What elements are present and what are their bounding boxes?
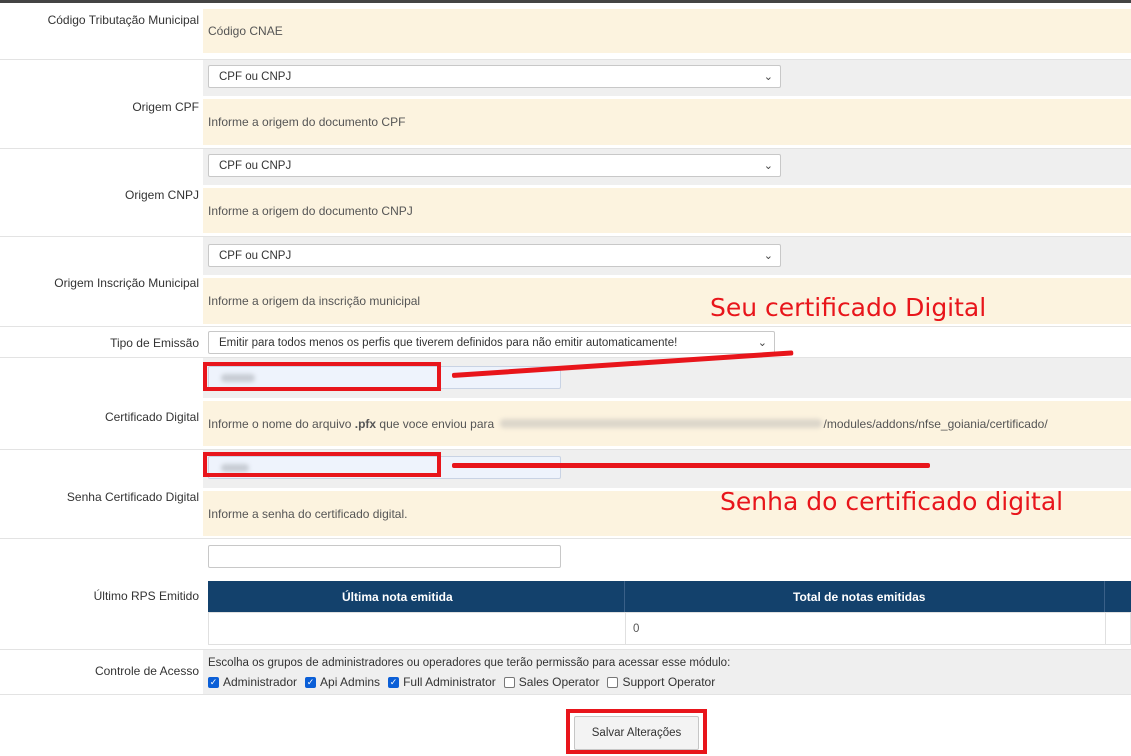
checkbox-unchecked-icon[interactable] [607, 676, 619, 688]
col-divider [1104, 581, 1105, 612]
origem-cpf-selected: CPF ou CNPJ [219, 70, 292, 83]
save-button[interactable]: Salvar Alterações [574, 716, 699, 750]
controle-instruction: Escolha os grupos de administradores ou … [208, 657, 731, 669]
codigo-tributacao-label: Código Tributação Municipal [47, 13, 199, 27]
tipo-emissao-label: Tipo de Emissão [110, 336, 199, 350]
origem-cnpj-select[interactable]: CPF ou CNPJ ⌄ [208, 154, 781, 177]
row-tipo-emissao: Tipo de Emissão Emitir para todos menos … [0, 327, 1131, 358]
access-group-label: Api Admins [320, 675, 381, 689]
annotation-senha: Senha do certificado digital [720, 487, 1064, 516]
col-ultima-nota: Última nota emitida [342, 590, 453, 604]
rps-table-row: 0 [208, 612, 1131, 645]
access-group-item[interactable]: Sales Operator [503, 675, 600, 689]
certificado-help-ext: .pfx [354, 416, 377, 431]
chevron-down-icon: ⌄ [757, 337, 767, 349]
highlight-senha-input [203, 452, 441, 477]
certificado-label: Certificado Digital [104, 410, 199, 424]
row-origem-cpf: Origem CPF CPF ou CNPJ ⌄ Informe a orige… [0, 60, 1131, 149]
access-group-item[interactable]: ✓ Full Administrator [388, 675, 496, 689]
rps-table-header: Última nota emitida Total de notas emiti… [208, 581, 1131, 612]
col-divider [625, 613, 626, 644]
origem-inscricao-select[interactable]: CPF ou CNPJ ⌄ [208, 244, 781, 267]
certificado-help-prefix: Informe o nome do arquivo [208, 416, 355, 431]
chevron-down-icon: ⌄ [763, 250, 773, 262]
chevron-down-icon: ⌄ [763, 160, 773, 172]
checkbox-unchecked-icon[interactable] [503, 676, 515, 688]
col-divider [1105, 613, 1106, 644]
ultimo-rps-label: Último RPS Emitido [93, 589, 199, 603]
origem-cnpj-selected: CPF ou CNPJ [219, 159, 292, 172]
origem-cnpj-label: Origem CNPJ [124, 188, 199, 202]
access-group-label: Support Operator [622, 675, 716, 689]
redacted-path [499, 419, 822, 428]
arrow-senha [452, 463, 930, 468]
row-certificado: Certificado Digital Informe o nome do ar… [0, 358, 1131, 450]
origem-inscricao-selected: CPF ou CNPJ [219, 249, 292, 262]
access-group-label: Sales Operator [518, 675, 600, 689]
origem-cpf-help: Informe a origem do documento CPF [203, 99, 1131, 145]
access-group-label: Full Administrator [403, 675, 496, 689]
tipo-emissao-selected: Emitir para todos menos os perfis que ti… [219, 336, 678, 349]
ultimo-rps-input[interactable] [208, 545, 561, 568]
col-total-notas: Total de notas emitidas [793, 590, 926, 604]
module-settings-form: Código Tributação Municipal Código CNAE … [0, 0, 1131, 695]
checkbox-checked-icon[interactable]: ✓ [305, 676, 317, 688]
origem-cpf-select[interactable]: CPF ou CNPJ ⌄ [208, 65, 781, 88]
row-codigo-tributacao: Código Tributação Municipal Código CNAE [0, 3, 1131, 60]
certificado-help-suffix: /modules/addons/nfse_goiania/certificado… [823, 416, 1048, 431]
access-group-item[interactable]: ✓ Administrador [208, 675, 297, 689]
access-group-item[interactable]: Support Operator [607, 675, 715, 689]
tipo-emissao-select[interactable]: Emitir para todos menos os perfis que ti… [208, 331, 775, 354]
controle-acesso-label: Controle de Acesso [94, 664, 199, 678]
total-notas-value: 0 [633, 623, 640, 635]
origem-cpf-label: Origem CPF [132, 100, 199, 114]
certificado-help-mid: que voce enviou para [376, 416, 498, 431]
highlight-certificado-input [203, 362, 441, 391]
origem-cnpj-help: Informe a origem do documento CNPJ [203, 188, 1131, 233]
access-group-item[interactable]: ✓ Api Admins [305, 675, 380, 689]
col-divider [624, 581, 625, 612]
codigo-tributacao-help: Código CNAE [203, 9, 1131, 53]
checkbox-checked-icon[interactable]: ✓ [388, 676, 400, 688]
annotation-certificado: Seu certificado Digital [710, 293, 987, 322]
chevron-down-icon: ⌄ [763, 71, 773, 83]
certificado-help: Informe o nome do arquivo .pfx que voce … [203, 401, 1131, 446]
access-group-label: Administrador [223, 675, 298, 689]
origem-inscricao-help: Informe a origem da inscrição municipal [203, 278, 1131, 324]
senha-label: Senha Certificado Digital [66, 490, 199, 504]
row-origem-cnpj: Origem CNPJ CPF ou CNPJ ⌄ Informe a orig… [0, 149, 1131, 237]
checkbox-checked-icon[interactable]: ✓ [208, 676, 219, 688]
origem-inscricao-label: Origem Inscrição Municipal [54, 276, 199, 290]
row-controle-acesso: Controle de Acesso Escolha os grupos de … [0, 650, 1131, 695]
access-groups: ✓ Administrador ✓ Api Admins ✓ Full Administr… [208, 675, 723, 689]
